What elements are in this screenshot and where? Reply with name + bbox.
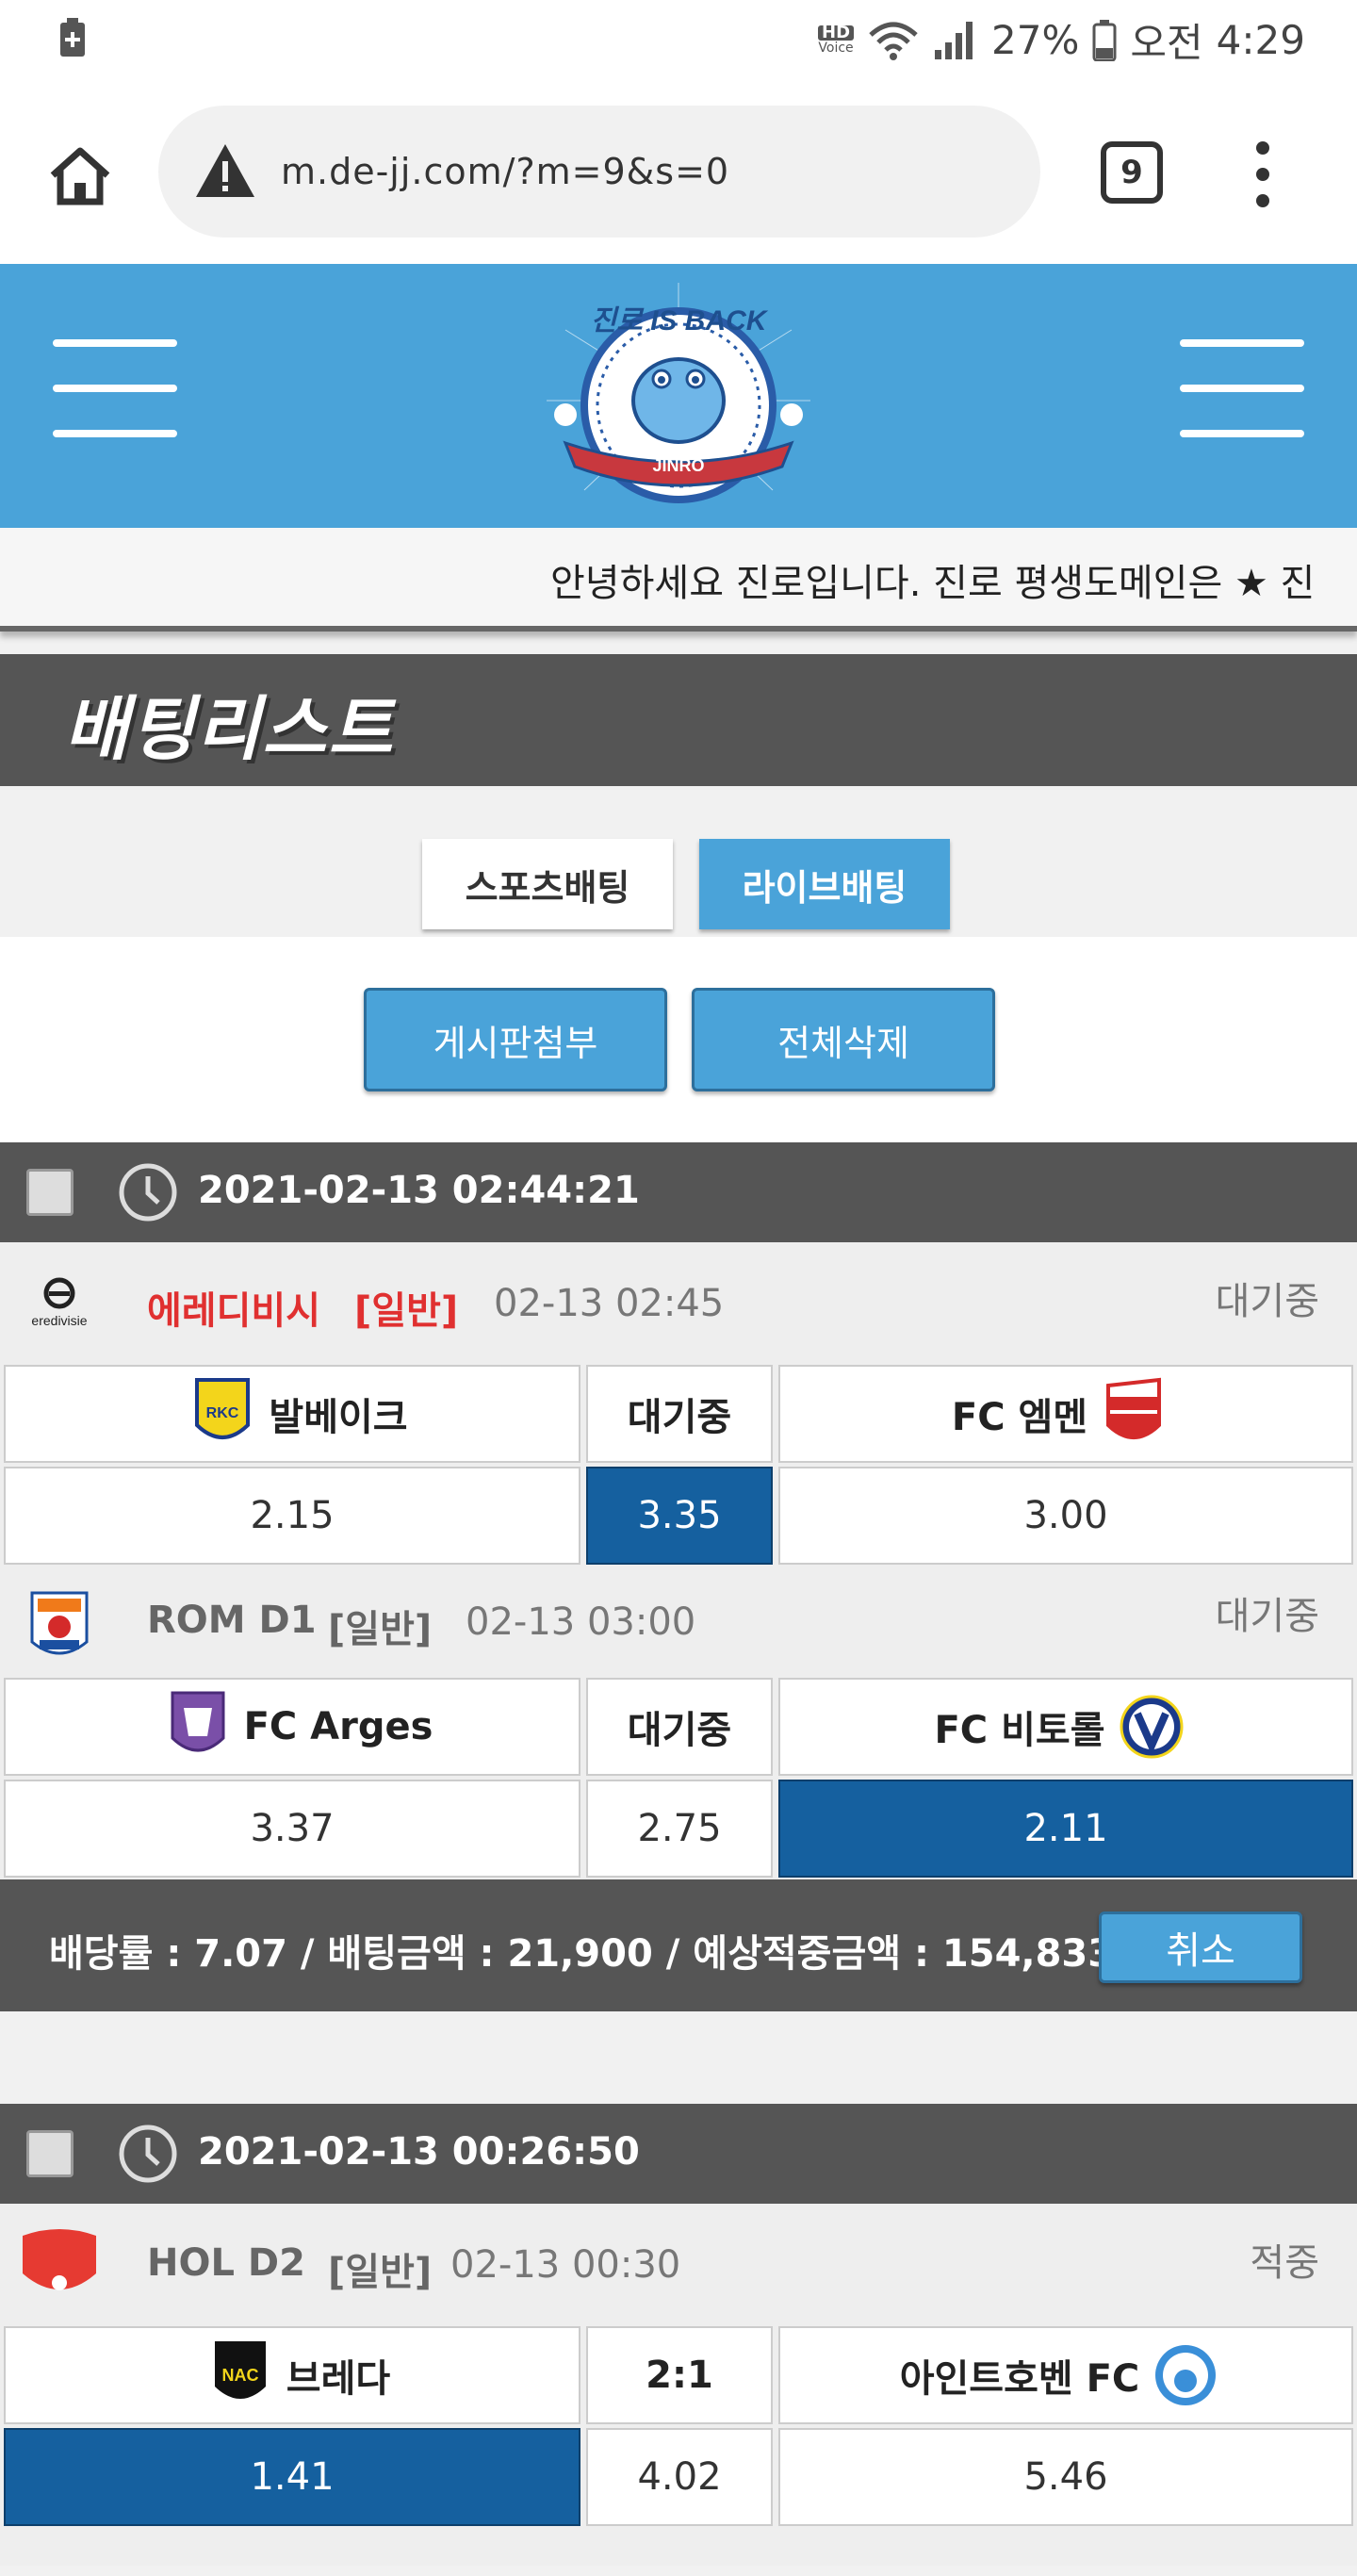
status-bar: HD Voice 27% 오전 4:29 <box>0 0 1357 75</box>
address-bar[interactable]: m.de-jj.com/?m=9&s=0 <box>158 106 1040 238</box>
game-status: 대기중 <box>1215 1595 1319 1638</box>
liga1-logo <box>17 1589 102 1665</box>
match-status: 대기중 <box>586 1678 773 1776</box>
game-info: ROM D1 [일반] 02-13 03:00 대기중 <box>0 1567 1357 1676</box>
page-title: 배팅리스트 <box>64 689 395 770</box>
more-menu-icon[interactable] <box>1244 141 1282 207</box>
home-team: NAC 브레다 <box>4 2326 580 2424</box>
site-logo[interactable]: 진로 IS BACK JINRO <box>528 273 829 518</box>
odds-home[interactable]: 2.15 <box>4 1467 580 1565</box>
away-team: FC 엠멘 <box>778 1365 1353 1463</box>
match-score: 2:1 <box>586 2326 773 2424</box>
odds-row: 3.37 2.75 2.11 <box>0 1778 1357 1879</box>
svg-text:RKC: RKC <box>206 1405 239 1421</box>
game-time: 02-13 02:45 <box>494 1282 725 1325</box>
browser-toolbar: m.de-jj.com/?m=9&s=0 9 <box>0 75 1357 264</box>
league-name: HOL D2 <box>147 2241 305 2285</box>
clock-icon <box>119 2125 177 2183</box>
notice-text: 안녕하세요 진로입니다. 진로 평생도메인은 ★ 진 <box>550 562 1316 605</box>
bet-slip: 2021-02-13 02:44:21 eredivisie 에레디비시 [일반… <box>0 1142 1357 2011</box>
odds-away[interactable]: 5.46 <box>778 2428 1353 2526</box>
clock-icon <box>119 1163 177 1222</box>
odds-home[interactable]: 1.41 <box>4 2428 580 2526</box>
battery-percent: 27% <box>991 17 1080 63</box>
away-team-logo <box>1155 2345 1217 2405</box>
battery-icon <box>1092 19 1117 61</box>
league-name: ROM D1 <box>147 1599 317 1642</box>
tab-live-betting[interactable]: 라이브배팅 <box>699 839 950 929</box>
cancel-bet-button[interactable]: 취소 <box>1099 1911 1302 1983</box>
bet-slip: 2021-02-13 00:26:50 HOL D2 [일반] 02-13 00… <box>0 2104 1357 2566</box>
clock-ampm: 오전 <box>1130 20 1203 66</box>
right-menu-icon[interactable] <box>1180 332 1304 445</box>
teams-row: RKC 발베이크 대기중 FC 엠멘 <box>0 1363 1357 1465</box>
teams-row: FC Arges 대기중 FC 비토롤 <box>0 1676 1357 1778</box>
site-header: 진로 IS BACK JINRO <box>0 264 1357 528</box>
game-time: 02-13 03:00 <box>466 1600 696 1644</box>
away-team-logo <box>1106 1377 1162 1439</box>
clock-time: 4:29 <box>1216 17 1305 63</box>
action-buttons: 게시판첨부 전체삭제 <box>0 937 1357 1142</box>
game-info-partial <box>0 2528 1357 2566</box>
odds-draw[interactable]: 4.02 <box>586 2428 773 2526</box>
home-team: RKC 발베이크 <box>4 1365 580 1463</box>
home-team: FC Arges <box>4 1678 580 1776</box>
home-button[interactable] <box>38 134 123 219</box>
game-type: [일반] <box>354 1289 459 1333</box>
game-info: eredivisie 에레디비시 [일반] 02-13 02:45 대기중 <box>0 1242 1357 1363</box>
odds-away[interactable]: 3.00 <box>778 1467 1353 1565</box>
away-team: 아인트호벤 FC <box>778 2326 1353 2424</box>
game-time: 02-13 00:30 <box>450 2243 681 2287</box>
battery-charging-icon <box>60 18 85 57</box>
attach-to-board-button[interactable]: 게시판첨부 <box>364 988 667 1091</box>
keuken-kampioen-logo <box>17 2226 102 2302</box>
home-team-logo: RKC <box>195 1378 251 1439</box>
odds-home[interactable]: 3.37 <box>4 1780 580 1878</box>
bet-datetime: 2021-02-13 02:44:21 <box>198 1169 640 1212</box>
bet-checkbox[interactable] <box>26 1169 74 1216</box>
hd-voice-icon: HD Voice <box>818 22 855 56</box>
bet-datetime: 2021-02-13 00:26:50 <box>198 2130 640 2174</box>
warning-icon[interactable] <box>192 139 258 205</box>
odds-row: 2.15 3.35 3.00 <box>0 1465 1357 1567</box>
tab-sports-betting[interactable]: 스포츠배팅 <box>422 839 673 929</box>
game-status: 대기중 <box>1215 1280 1319 1323</box>
bet-summary: 배당률 : 7.07 / 배팅금액 : 21,900 / 예상적중금액 : 15… <box>0 1879 1357 2011</box>
bet-header: 2021-02-13 02:44:21 <box>0 1142 1357 1242</box>
away-team: FC 비토롤 <box>778 1678 1353 1776</box>
left-menu-icon[interactable] <box>53 332 177 445</box>
bet-summary-text: 배당률 : 7.07 / 배팅금액 : 21,900 / 예상적중금액 : 15… <box>49 1932 1115 1976</box>
delete-all-button[interactable]: 전체삭제 <box>692 988 995 1091</box>
svg-text:JINRO: JINRO <box>652 456 704 475</box>
bet-checkbox[interactable] <box>26 2130 74 2177</box>
tab-switcher-button[interactable]: 9 <box>1101 141 1163 204</box>
away-team-logo <box>1120 1695 1183 1759</box>
svg-text:NAC: NAC <box>221 2366 258 2385</box>
league-name: 에레디비시 <box>147 1289 320 1333</box>
signal-icon <box>935 21 973 59</box>
game-type: [일반] <box>328 1608 433 1651</box>
odds-row: 1.41 4.02 5.46 <box>0 2426 1357 2528</box>
match-status: 대기중 <box>586 1365 773 1463</box>
teams-row: NAC 브레다 2:1 아인트호벤 FC <box>0 2324 1357 2426</box>
odds-draw[interactable]: 2.75 <box>586 1780 773 1878</box>
bet-type-tabs: 스포츠배팅 라이브배팅 <box>0 786 1357 937</box>
url-text[interactable]: m.de-jj.com/?m=9&s=0 <box>281 151 729 192</box>
game-info: HOL D2 [일반] 02-13 00:30 적중 <box>0 2204 1357 2324</box>
eredivisie-logo: eredivisie <box>17 1265 102 1340</box>
wifi-icon <box>869 22 918 60</box>
notice-marquee: 안녕하세요 진로입니다. 진로 평생도메인은 ★ 진 <box>0 528 1357 632</box>
home-icon <box>50 147 110 205</box>
odds-draw[interactable]: 3.35 <box>586 1467 773 1565</box>
odds-away[interactable]: 2.11 <box>778 1780 1353 1878</box>
game-type: [일반] <box>328 2251 433 2294</box>
bet-header: 2021-02-13 00:26:50 <box>0 2104 1357 2204</box>
home-team-logo: NAC <box>214 2341 266 2399</box>
game-status: 적중 <box>1250 2241 1319 2285</box>
svg-text:진로 IS BACK: 진로 IS BACK <box>591 305 769 336</box>
home-team-logo <box>171 1691 225 1752</box>
page-title-bar: 배팅리스트 <box>0 654 1357 786</box>
svg-text:eredivisie: eredivisie <box>31 1313 87 1328</box>
